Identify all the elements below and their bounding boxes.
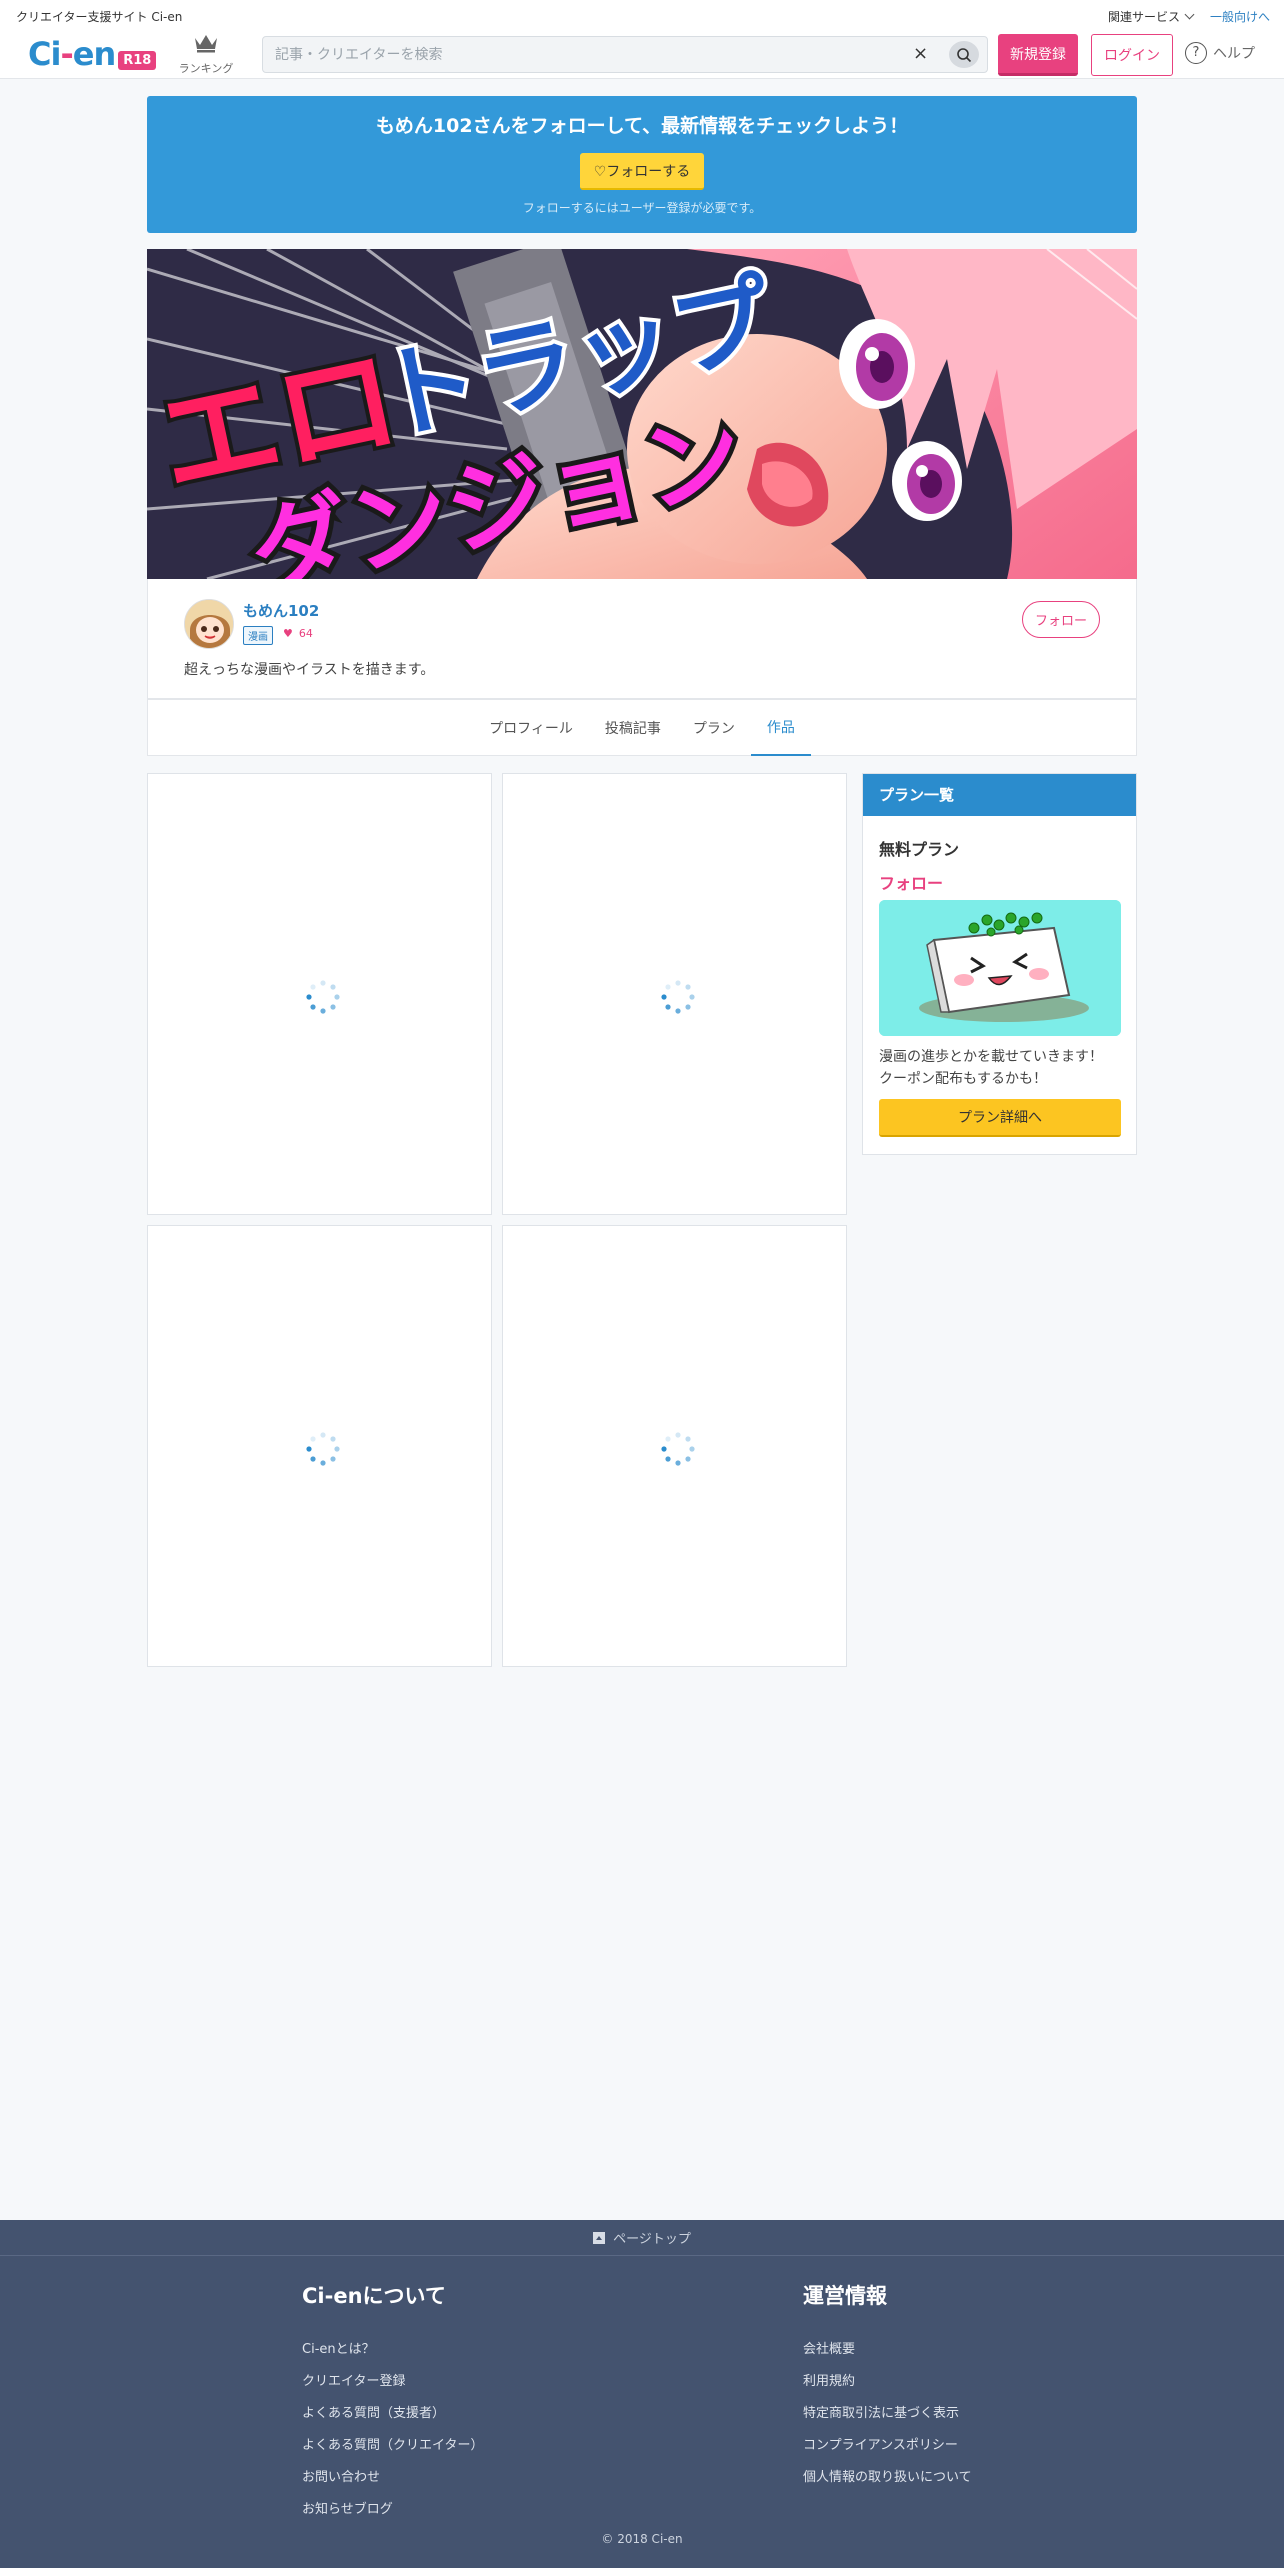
site-tagline: クリエイター支援サイト Ci-en bbox=[16, 10, 183, 24]
follow-banner-note: フォローするにはユーザー登録が必要です。 bbox=[522, 201, 762, 215]
footer-link[interactable]: クリエイター登録 bbox=[302, 2370, 483, 2389]
help-link[interactable]: ? ヘルプ bbox=[1185, 42, 1255, 64]
footer-link[interactable]: よくある質問（支援者） bbox=[302, 2402, 483, 2421]
footer-about-column: Ci-enについて Ci-enとは？ クリエイター登録 よくある質問（支援者） … bbox=[302, 2280, 483, 2530]
logo-wordmark: Ci-en bbox=[28, 35, 116, 73]
plan-image bbox=[879, 900, 1121, 1036]
page-top-label: ページトップ bbox=[613, 2232, 691, 2247]
search-button[interactable] bbox=[949, 41, 979, 68]
footer-link[interactable]: よくある質問（クリエイター） bbox=[302, 2434, 483, 2453]
heart-icon: ♥ bbox=[283, 627, 293, 640]
follow-banner-button[interactable]: ♡フォローする bbox=[580, 153, 704, 190]
creator-name[interactable]: もめん102 bbox=[243, 600, 319, 621]
loading-spinner-icon bbox=[306, 1432, 340, 1466]
footer-about-heading: Ci-enについて bbox=[302, 2284, 446, 2308]
creator-avatar[interactable] bbox=[184, 599, 234, 649]
creator-header-image: エロ トラップ ダンジョン bbox=[147, 249, 1137, 579]
search-box: × bbox=[262, 36, 988, 73]
chevron-down-icon bbox=[1184, 9, 1195, 20]
favorite-count: ♥ 64 bbox=[283, 627, 313, 640]
loading-spinner-icon bbox=[661, 980, 695, 1014]
footer-ops-column: 運営情報 会社概要 利用規約 特定商取引法に基づく表示 コンプライアンスポリシー… bbox=[803, 2280, 972, 2498]
plan-list-heading: プラン一覧 bbox=[863, 774, 1136, 816]
tofu-mascot-illustration bbox=[879, 900, 1121, 1036]
footer-link[interactable]: 個人情報の取り扱いについて bbox=[803, 2466, 972, 2485]
tab-plans[interactable]: プラン bbox=[677, 700, 751, 756]
related-services-label: 関連サービス bbox=[1108, 10, 1181, 24]
footer-link[interactable]: 特定商取引法に基づく表示 bbox=[803, 2402, 972, 2421]
general-site-link[interactable]: 一般向けへ bbox=[1210, 8, 1270, 25]
creator-tabs: プロフィール 投稿記事 プラン 作品 bbox=[147, 699, 1137, 756]
loading-spinner-icon bbox=[306, 980, 340, 1014]
follow-banner: もめん102さんをフォローして、最新情報をチェックしよう！ ♡フォローする フォ… bbox=[147, 96, 1137, 233]
arrow-up-icon bbox=[593, 2231, 606, 2244]
related-services-menu[interactable]: 関連サービス bbox=[1108, 8, 1195, 25]
footer-link[interactable]: コンプライアンスポリシー bbox=[803, 2434, 972, 2453]
login-button[interactable]: ログイン bbox=[1091, 34, 1173, 76]
site-logo[interactable]: Ci-en R18 bbox=[28, 34, 157, 74]
avatar-illustration bbox=[185, 600, 233, 648]
work-card[interactable] bbox=[502, 773, 847, 1215]
crown-icon bbox=[195, 35, 217, 53]
work-card[interactable] bbox=[502, 1225, 847, 1667]
plan-name: 無料プラン bbox=[879, 840, 960, 859]
footer-link[interactable]: Ci-enとは？ bbox=[302, 2338, 483, 2357]
creator-description: 超えっちな漫画やイラストを描きます。 bbox=[184, 662, 435, 678]
creator-profile-card: もめん102 漫画 ♥ 64 超えっちな漫画やイラストを描きます。 フォロー bbox=[147, 579, 1137, 699]
footer-link[interactable]: お知らせブログ bbox=[302, 2498, 483, 2517]
hero-illustration: エロ トラップ ダンジョン bbox=[147, 249, 1137, 579]
help-label: ヘルプ bbox=[1213, 46, 1255, 62]
plan-detail-button[interactable]: プラン詳細へ bbox=[879, 1099, 1121, 1137]
footer-link[interactable]: 会社概要 bbox=[803, 2338, 972, 2357]
tab-profile[interactable]: プロフィール bbox=[473, 700, 589, 756]
plan-description: 漫画の進歩とかを載せていきます！ クーポン配布もするかも！ bbox=[879, 1049, 1103, 1087]
site-header: クリエイター支援サイト Ci-en 関連サービス 一般向けへ Ci-en R18… bbox=[0, 0, 1284, 79]
loading-spinner-icon bbox=[661, 1432, 695, 1466]
footer-link[interactable]: お問い合わせ bbox=[302, 2466, 483, 2485]
follow-button[interactable]: フォロー bbox=[1022, 601, 1100, 638]
search-input[interactable] bbox=[273, 37, 873, 72]
tab-posts[interactable]: 投稿記事 bbox=[589, 700, 677, 756]
register-button[interactable]: 新規登録 bbox=[998, 34, 1078, 76]
favorite-count-value: 64 bbox=[298, 627, 313, 640]
footer-ops-heading: 運営情報 bbox=[803, 2284, 887, 2308]
copyright: © 2018 Ci-en bbox=[601, 2532, 683, 2546]
creator-genre-badge[interactable]: 漫画 bbox=[243, 626, 273, 645]
plan-list-panel: プラン一覧 無料プラン フォロー 漫画の進歩とかを載せていきます！ クーポン配布… bbox=[862, 773, 1137, 1155]
ranking-link[interactable]: ランキング bbox=[176, 32, 236, 76]
ranking-label: ランキング bbox=[178, 62, 234, 75]
page-top-link[interactable]: ページトップ bbox=[0, 2220, 1284, 2256]
clear-search-icon[interactable]: × bbox=[913, 43, 928, 64]
plan-price: フォロー bbox=[879, 874, 944, 893]
search-icon bbox=[957, 47, 972, 62]
follow-banner-title: もめん102さんをフォローして、最新情報をチェックしよう！ bbox=[375, 115, 909, 137]
site-footer: ページトップ Ci-enについて Ci-enとは？ クリエイター登録 よくある質… bbox=[0, 2220, 1284, 2568]
logo-r18-badge: R18 bbox=[118, 50, 157, 70]
help-icon: ? bbox=[1185, 42, 1207, 64]
footer-link[interactable]: 利用規約 bbox=[803, 2370, 972, 2389]
work-card[interactable] bbox=[147, 773, 492, 1215]
work-card[interactable] bbox=[147, 1225, 492, 1667]
tab-works[interactable]: 作品 bbox=[750, 700, 811, 756]
